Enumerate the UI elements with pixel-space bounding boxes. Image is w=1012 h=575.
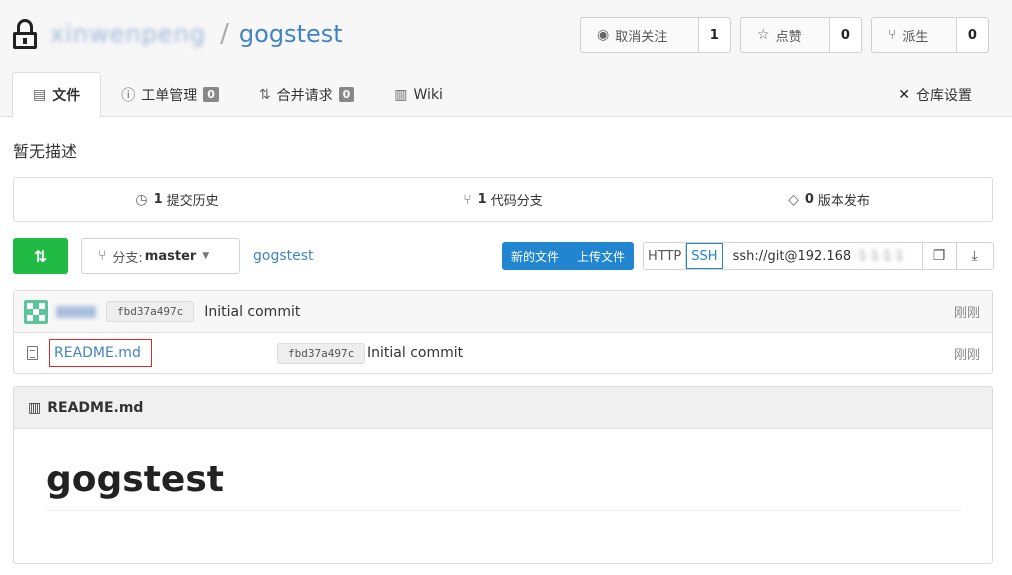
repo-header: xinwenpeng / gogstest ◉ 取消关注 1 ☆ 点赞 0 ⑂ … (0, 0, 1012, 118)
tab-wiki-label: Wiki (413, 86, 443, 103)
download-button[interactable]: ⤓ (957, 243, 993, 269)
file-table: fbd37a497c Initial commit 刚刚 README.md f… (13, 290, 993, 374)
title-separator: / (220, 19, 229, 49)
repo-tabs: ▤ 文件 ⓘ 工单管理 0 ⇅ 合并请求 0 ▥ Wiki (12, 72, 463, 118)
commits-stat[interactable]: ◷ 1 提交历史 (14, 178, 340, 221)
lock-icon (12, 19, 38, 49)
fork-icon: ⑂ (888, 27, 897, 43)
pull-requests-count-badge: 0 (338, 87, 355, 102)
branch-prefix: 分支: (112, 250, 143, 266)
file-icon (27, 346, 38, 360)
readme-title: README.md (47, 399, 144, 416)
table-row: README.md fbd37a497c Initial commit 刚刚 (14, 333, 992, 373)
pull-request-icon: ⇅ (258, 86, 271, 103)
repo-stats-bar: ◷ 1 提交历史 ⑂ 1 代码分支 ◇ 0 版本发布 (13, 177, 993, 222)
releases-label: 版本发布 (817, 194, 870, 209)
file-text-icon: ▤ (33, 87, 47, 103)
compare-icon: ⇅ (33, 246, 48, 266)
file-link-readme[interactable]: README.md (49, 339, 152, 367)
tab-issues-label: 工单管理 (141, 87, 198, 104)
repo-owner-link[interactable]: xinwenpeng (50, 20, 206, 48)
file-commit-message: Initial commit (367, 345, 464, 361)
file-toolbar: ⇅ ⑂ 分支: master ▼ gogstest 新的文件 上传文件 HTTP… (13, 238, 994, 274)
readme-content: gogstest (14, 429, 992, 511)
latest-commit-message: Initial commit (204, 303, 301, 320)
branches-label: 代码分支 (490, 194, 543, 209)
clipboard-icon: ❐ (932, 248, 946, 264)
tab-issues[interactable]: ⓘ 工单管理 0 (101, 72, 239, 117)
star-button[interactable]: ☆ 点赞 (741, 18, 830, 52)
issues-count-badge: 0 (203, 87, 219, 102)
watch-button-group: ◉ 取消关注 1 (580, 17, 731, 53)
tab-files-label: 文件 (52, 88, 81, 104)
releases-stat[interactable]: ◇ 0 版本发布 (666, 178, 992, 221)
branch-icon: ⑂ (463, 191, 472, 208)
tab-pull-requests-label: 合并请求 (276, 87, 333, 104)
readme-panel: ▥ README.md gogstest (13, 386, 993, 564)
tab-files[interactable]: ▤ 文件 (12, 72, 102, 118)
ssh-toggle[interactable]: SSH (686, 243, 723, 269)
http-toggle[interactable]: HTTP (644, 243, 687, 269)
latest-commit-row: fbd37a497c Initial commit 刚刚 (14, 291, 992, 333)
breadcrumb-repo-link[interactable]: gogstest (253, 238, 314, 274)
commits-count: 1 (153, 192, 163, 207)
watch-count[interactable]: 1 (699, 18, 730, 52)
clone-url-input[interactable]: ssh://git@192.168 ·1·1·1·1 (723, 243, 923, 269)
commit-author[interactable] (56, 305, 96, 318)
latest-commit-time: 刚刚 (953, 306, 980, 321)
star-count[interactable]: 0 (830, 18, 861, 52)
avatar[interactable] (24, 299, 48, 324)
repo-name-link[interactable]: gogstest (239, 20, 343, 48)
new-file-button[interactable]: 新的文件 (502, 242, 568, 270)
tab-settings-label: 仓库设置 (916, 88, 972, 104)
repo-title: xinwenpeng / gogstest (12, 16, 343, 52)
branch-name: master (144, 248, 197, 264)
clone-url-group: HTTP SSH ssh://git@192.168 ·1·1·1·1 ❐ ⤓ (643, 242, 994, 270)
branches-count: 1 (477, 192, 487, 207)
releases-count: 0 (804, 192, 814, 207)
tag-icon: ◇ (788, 191, 799, 208)
book-icon: ▥ (394, 86, 408, 103)
book-icon: ▥ (28, 399, 42, 416)
tools-icon: ✕ (898, 87, 910, 103)
upload-file-button[interactable]: 上传文件 (568, 242, 634, 270)
clone-url-text: ssh://git@192.168 (732, 248, 852, 264)
readme-header: ▥ README.md (14, 387, 992, 429)
star-button-group: ☆ 点赞 0 (740, 17, 862, 53)
copy-button[interactable]: ❐ (923, 243, 957, 269)
fork-label: 派生 (902, 29, 929, 45)
file-commit-time: 刚刚 (953, 347, 980, 363)
unwatch-button[interactable]: ◉ 取消关注 (581, 18, 699, 52)
tab-pull-requests[interactable]: ⇅ 合并请求 0 (239, 72, 374, 117)
fork-button[interactable]: ⑂ 派生 (872, 18, 957, 52)
star-icon: ☆ (757, 27, 770, 43)
fork-button-group: ⑂ 派生 0 (871, 17, 989, 53)
readme-heading: gogstest (46, 459, 961, 511)
tab-settings[interactable]: ✕ 仓库设置 (898, 72, 972, 118)
history-icon: ◷ (135, 191, 148, 208)
file-actions-group: 新的文件 上传文件 (502, 242, 635, 270)
download-icon: ⤓ (971, 248, 978, 264)
repo-description: 暂无描述 (13, 142, 78, 161)
issue-icon: ⓘ (121, 87, 136, 104)
branches-stat[interactable]: ⑂ 1 代码分支 (340, 178, 666, 221)
latest-commit-sha[interactable]: fbd37a497c (106, 301, 195, 322)
tab-wiki[interactable]: ▥ Wiki (374, 72, 463, 117)
unwatch-label: 取消关注 (615, 29, 668, 45)
star-label: 点赞 (775, 29, 802, 45)
commits-label: 提交历史 (166, 194, 219, 209)
branch-dropdown[interactable]: ⑂ 分支: master ▼ (81, 238, 240, 274)
eye-icon: ◉ (597, 27, 610, 43)
file-commit-sha[interactable]: fbd37a497c (277, 342, 366, 364)
compare-button[interactable]: ⇅ (13, 238, 68, 274)
clone-url-hidden: ·1·1·1·1 (854, 248, 904, 264)
branch-icon: ⑂ (98, 248, 107, 264)
caret-down-icon: ▼ (202, 251, 210, 261)
fork-count[interactable]: 0 (957, 18, 988, 52)
